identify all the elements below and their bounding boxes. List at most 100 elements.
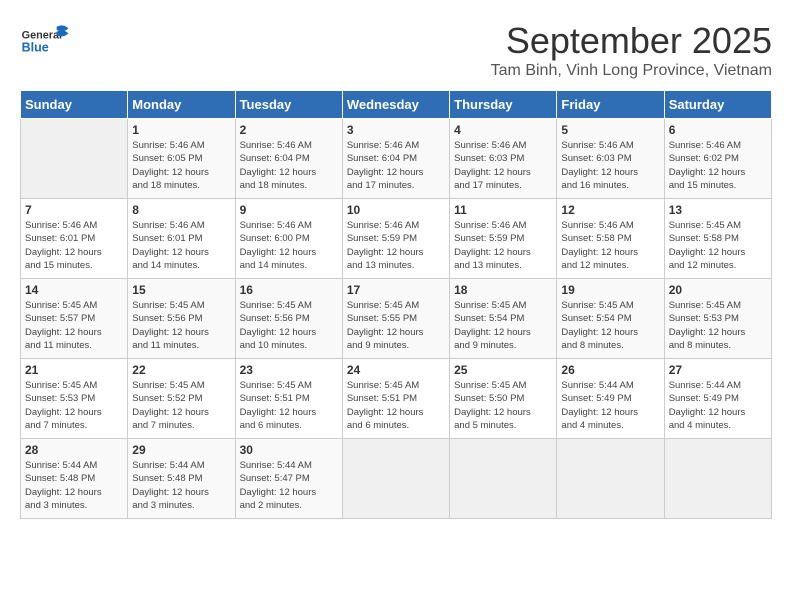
day-sun-info: Sunrise: 5:45 AM Sunset: 5:51 PM Dayligh… (240, 379, 338, 432)
calendar-cell: 16Sunrise: 5:45 AM Sunset: 5:56 PM Dayli… (235, 279, 342, 359)
calendar-body: 1Sunrise: 5:46 AM Sunset: 6:05 PM Daylig… (21, 119, 772, 519)
day-sun-info: Sunrise: 5:46 AM Sunset: 6:01 PM Dayligh… (132, 219, 230, 272)
day-sun-info: Sunrise: 5:45 AM Sunset: 5:50 PM Dayligh… (454, 379, 552, 432)
calendar-cell: 28 Sunrise: 5:44 AM Sunset: 5:48 PM Dayli… (21, 439, 128, 519)
calendar-cell: 3Sunrise: 5:46 AM Sunset: 6:04 PM Daylig… (342, 119, 449, 199)
day-sun-info: Sunrise: 5:44 AM Sunset: 5:48 PM Dayligh… (25, 459, 123, 512)
day-sun-info: Sunrise: 5:46 AM Sunset: 6:02 PM Dayligh… (669, 139, 767, 192)
day-sun-info: Sunrise: 5:46 AM Sunset: 5:59 PM Dayligh… (454, 219, 552, 272)
calendar-cell (664, 439, 771, 519)
calendar-cell: 14 Sunrise: 5:45 AM Sunset: 5:57 PM Dayli… (21, 279, 128, 359)
calendar-cell: 21Sunrise: 5:45 AM Sunset: 5:53 PM Dayli… (21, 359, 128, 439)
day-number: 13 (669, 203, 767, 217)
day-sun-info: Sunrise: 5:44 AM Sunset: 5:49 PM Dayligh… (561, 379, 659, 432)
day-of-week-header: Thursday (450, 91, 557, 119)
day-sun-info: Sunrise: 5:46 AM Sunset: 6:01 PM Dayligh… (25, 219, 123, 272)
calendar-week-row: 21Sunrise: 5:45 AM Sunset: 5:53 PM Dayli… (21, 359, 772, 439)
day-number: 17 (347, 283, 445, 297)
calendar-cell: 6 Sunrise: 5:46 AM Sunset: 6:02 PM Daylig… (664, 119, 771, 199)
day-number: 9 (240, 203, 338, 217)
day-sun-info: Sunrise: 5:45 AM Sunset: 5:56 PM Dayligh… (240, 299, 338, 352)
day-number: 14 (25, 283, 123, 297)
svg-text:General: General (22, 29, 62, 41)
day-sun-info: Sunrise: 5:44 AM Sunset: 5:48 PM Dayligh… (132, 459, 230, 512)
calendar-cell: 25 Sunrise: 5:45 AM Sunset: 5:50 PM Dayli… (450, 359, 557, 439)
day-sun-info: Sunrise: 5:45 AM Sunset: 5:51 PM Dayligh… (347, 379, 445, 432)
month-year-title: September 2025 (491, 20, 772, 62)
day-sun-info: Sunrise: 5:46 AM Sunset: 5:58 PM Dayligh… (561, 219, 659, 272)
day-sun-info: Sunrise: 5:45 AM Sunset: 5:58 PM Dayligh… (669, 219, 767, 272)
calendar-cell (450, 439, 557, 519)
calendar-cell: 8 Sunrise: 5:46 AM Sunset: 6:01 PM Daylig… (128, 199, 235, 279)
calendar-cell: 19 Sunrise: 5:45 AM Sunset: 5:54 PM Dayli… (557, 279, 664, 359)
calendar-week-row: 28 Sunrise: 5:44 AM Sunset: 5:48 PM Dayli… (21, 439, 772, 519)
calendar-cell: 23 Sunrise: 5:45 AM Sunset: 5:51 PM Dayli… (235, 359, 342, 439)
day-sun-info: Sunrise: 5:44 AM Sunset: 5:47 PM Dayligh… (240, 459, 338, 512)
day-number: 19 (561, 283, 659, 297)
calendar-table: SundayMondayTuesdayWednesdayThursdayFrid… (20, 90, 772, 519)
day-number: 10 (347, 203, 445, 217)
day-number: 3 (347, 123, 445, 137)
calendar-cell: 22 Sunrise: 5:45 AM Sunset: 5:52 PM Dayli… (128, 359, 235, 439)
day-sun-info: Sunrise: 5:46 AM Sunset: 5:59 PM Dayligh… (347, 219, 445, 272)
calendar-week-row: 14 Sunrise: 5:45 AM Sunset: 5:57 PM Dayli… (21, 279, 772, 359)
day-of-week-header: Friday (557, 91, 664, 119)
day-number: 8 (132, 203, 230, 217)
page-header: General Blue September 2025 Tam Binh, Vi… (20, 20, 772, 80)
title-area: September 2025 Tam Binh, Vinh Long Provi… (491, 20, 772, 80)
calendar-cell: 13 Sunrise: 5:45 AM Sunset: 5:58 PM Dayli… (664, 199, 771, 279)
calendar-cell: 5 Sunrise: 5:46 AM Sunset: 6:03 PM Daylig… (557, 119, 664, 199)
calendar-cell: 12 Sunrise: 5:46 AM Sunset: 5:58 PM Dayli… (557, 199, 664, 279)
day-number: 20 (669, 283, 767, 297)
calendar-cell: 26 Sunrise: 5:44 AM Sunset: 5:49 PM Dayli… (557, 359, 664, 439)
day-number: 18 (454, 283, 552, 297)
day-sun-info: Sunrise: 5:45 AM Sunset: 5:57 PM Dayligh… (25, 299, 123, 352)
calendar-cell (342, 439, 449, 519)
day-number: 22 (132, 363, 230, 377)
calendar-cell: 4 Sunrise: 5:46 AM Sunset: 6:03 PM Daylig… (450, 119, 557, 199)
svg-text:Blue: Blue (22, 41, 49, 55)
day-number: 23 (240, 363, 338, 377)
day-number: 6 (669, 123, 767, 137)
day-sun-info: Sunrise: 5:45 AM Sunset: 5:54 PM Dayligh… (561, 299, 659, 352)
day-number: 26 (561, 363, 659, 377)
day-of-week-header: Saturday (664, 91, 771, 119)
day-of-week-header: Tuesday (235, 91, 342, 119)
day-number: 30 (240, 443, 338, 457)
day-number: 2 (240, 123, 338, 137)
calendar-cell: 2 Sunrise: 5:46 AM Sunset: 6:04 PM Daylig… (235, 119, 342, 199)
calendar-header-row: SundayMondayTuesdayWednesdayThursdayFrid… (21, 91, 772, 119)
day-sun-info: Sunrise: 5:46 AM Sunset: 6:03 PM Dayligh… (454, 139, 552, 192)
day-sun-info: Sunrise: 5:46 AM Sunset: 6:03 PM Dayligh… (561, 139, 659, 192)
day-sun-info: Sunrise: 5:46 AM Sunset: 6:04 PM Dayligh… (240, 139, 338, 192)
day-number: 12 (561, 203, 659, 217)
location-subtitle: Tam Binh, Vinh Long Province, Vietnam (491, 62, 772, 80)
day-number: 1 (132, 123, 230, 137)
calendar-cell: 9 Sunrise: 5:46 AM Sunset: 6:00 PM Daylig… (235, 199, 342, 279)
day-number: 29 (132, 443, 230, 457)
day-number: 25 (454, 363, 552, 377)
calendar-cell (557, 439, 664, 519)
calendar-week-row: 1Sunrise: 5:46 AM Sunset: 6:05 PM Daylig… (21, 119, 772, 199)
day-of-week-header: Wednesday (342, 91, 449, 119)
logo: General Blue (20, 20, 70, 60)
day-of-week-header: Sunday (21, 91, 128, 119)
calendar-cell: 20Sunrise: 5:45 AM Sunset: 5:53 PM Dayli… (664, 279, 771, 359)
calendar-cell: 11 Sunrise: 5:46 AM Sunset: 5:59 PM Dayli… (450, 199, 557, 279)
day-number: 11 (454, 203, 552, 217)
day-number: 15 (132, 283, 230, 297)
day-sun-info: Sunrise: 5:46 AM Sunset: 6:00 PM Dayligh… (240, 219, 338, 272)
day-sun-info: Sunrise: 5:45 AM Sunset: 5:52 PM Dayligh… (132, 379, 230, 432)
calendar-cell: 7Sunrise: 5:46 AM Sunset: 6:01 PM Daylig… (21, 199, 128, 279)
calendar-cell: 1Sunrise: 5:46 AM Sunset: 6:05 PM Daylig… (128, 119, 235, 199)
calendar-cell: 27Sunrise: 5:44 AM Sunset: 5:49 PM Dayli… (664, 359, 771, 439)
day-sun-info: Sunrise: 5:45 AM Sunset: 5:54 PM Dayligh… (454, 299, 552, 352)
logo-icon: General Blue (20, 20, 70, 60)
day-number: 28 (25, 443, 123, 457)
calendar-cell: 29 Sunrise: 5:44 AM Sunset: 5:48 PM Dayli… (128, 439, 235, 519)
day-number: 4 (454, 123, 552, 137)
calendar-cell: 24Sunrise: 5:45 AM Sunset: 5:51 PM Dayli… (342, 359, 449, 439)
day-number: 5 (561, 123, 659, 137)
day-sun-info: Sunrise: 5:45 AM Sunset: 5:55 PM Dayligh… (347, 299, 445, 352)
calendar-cell: 15Sunrise: 5:45 AM Sunset: 5:56 PM Dayli… (128, 279, 235, 359)
